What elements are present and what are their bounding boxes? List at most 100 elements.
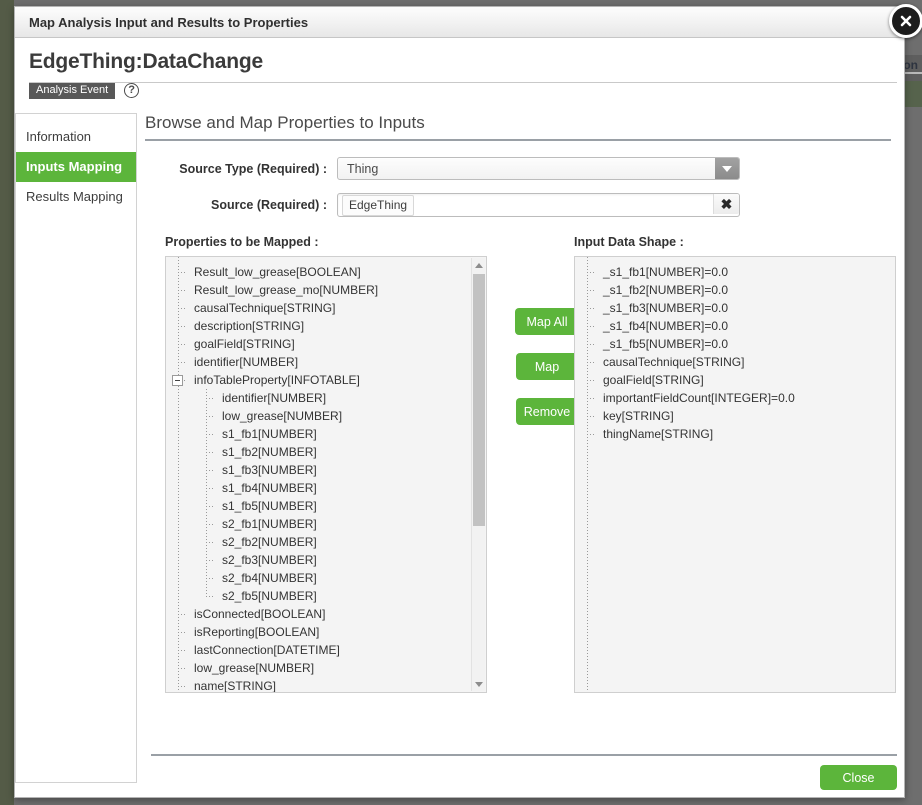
status-badge: Analysis Event — [29, 82, 116, 99]
input-data-shape-tree: _s1_fb1[NUMBER]=0.0 _s1_fb2[NUMBER]=0.0 _s… — [575, 263, 895, 692]
tree-item-label: causalTechnique[STRING] — [603, 355, 745, 369]
tree-item[interactable]: s1_fb1[NUMBER] — [166, 425, 471, 443]
tree-item[interactable]: importantFieldCount[INTEGER]=0.0 — [575, 389, 895, 407]
tree-item[interactable]: causalTechnique[STRING] — [575, 353, 895, 371]
tree-item[interactable]: name[STRING] — [166, 677, 471, 692]
sidebar-item-results-mapping[interactable]: Results Mapping — [16, 182, 136, 212]
tree-item[interactable]: s2_fb1[NUMBER] — [166, 515, 471, 533]
tree-item[interactable]: _s1_fb2[NUMBER]=0.0 — [575, 281, 895, 299]
dialog-header: EdgeThing:DataChange Analysis Event ? — [15, 38, 904, 99]
sidebar-item-inputs-mapping[interactable]: Inputs Mapping — [16, 152, 136, 182]
tree-item-label: low_grease[NUMBER] — [194, 661, 315, 675]
tree-item[interactable]: Result_low_grease[BOOLEAN] — [166, 263, 471, 281]
tree-item-label: s1_fb2[NUMBER] — [222, 445, 317, 459]
scrollbar-thumb[interactable] — [473, 274, 485, 526]
map-button[interactable]: Map — [516, 353, 578, 380]
tree-item[interactable]: goalField[STRING] — [166, 335, 471, 353]
dialog-title: Map Analysis Input and Results to Proper… — [29, 14, 309, 30]
tree-item[interactable]: s2_fb3[NUMBER] — [166, 551, 471, 569]
source-label: Source (Required) : — [211, 198, 327, 212]
tree-item-label: description[STRING] — [194, 319, 305, 333]
input-data-shape-listbox[interactable]: _s1_fb1[NUMBER]=0.0 _s1_fb2[NUMBER]=0.0 _s… — [574, 256, 896, 693]
tree-item-label: s2_fb5[NUMBER] — [222, 589, 317, 603]
tree-item-label: isConnected[BOOLEAN] — [194, 607, 326, 621]
tree-item[interactable]: _s1_fb4[NUMBER]=0.0 — [575, 317, 895, 335]
tree-item-label: causalTechnique[STRING] — [194, 301, 336, 315]
tree-item-label: identifier[NUMBER] — [194, 355, 299, 369]
tree-item[interactable]: s2_fb2[NUMBER] — [166, 533, 471, 551]
tree-collapse-icon[interactable] — [172, 375, 183, 386]
dialog-sidebar: Information Inputs Mapping Results Mappi… — [15, 113, 137, 783]
tree-item[interactable]: Result_low_grease_mo[NUMBER] — [166, 281, 471, 299]
tree-item[interactable]: goalField[STRING] — [575, 371, 895, 389]
remove-button[interactable]: Remove — [516, 398, 578, 425]
close-button[interactable]: Close — [820, 765, 897, 790]
tree-item[interactable]: low_grease[NUMBER] — [166, 407, 471, 425]
tree-item-label: infoTableProperty[INFOTABLE] — [194, 373, 360, 387]
scroll-up-icon[interactable] — [472, 258, 486, 272]
tree-item[interactable]: low_grease[NUMBER] — [166, 659, 471, 677]
tree-item-label: s1_fb1[NUMBER] — [222, 427, 317, 441]
map-analysis-dialog: Map Analysis Input and Results to Proper… — [14, 4, 922, 798]
tree-item[interactable]: isReporting[BOOLEAN] — [166, 623, 471, 641]
tree-item-label: thingName[STRING] — [603, 427, 714, 441]
tree-item-label: Result_low_grease_mo[NUMBER] — [194, 283, 379, 297]
help-icon[interactable]: ? — [124, 83, 140, 98]
tree-item[interactable]: lastConnection[DATETIME] — [166, 641, 471, 659]
tree-item[interactable]: s1_fb5[NUMBER] — [166, 497, 471, 515]
tree-item[interactable]: _s1_fb3[NUMBER]=0.0 — [575, 299, 895, 317]
properties-scrollbar[interactable] — [471, 258, 485, 691]
properties-panel: Properties to be Mapped : Result_low_gre… — [165, 235, 487, 693]
source-row: Source (Required) : EdgeThing ✖ — [137, 193, 892, 217]
properties-tree: Result_low_grease[BOOLEAN] Result_low_gre… — [166, 263, 471, 692]
tree-item[interactable]: s1_fb3[NUMBER] — [166, 461, 471, 479]
dialog-titlebar: Map Analysis Input and Results to Proper… — [15, 7, 904, 38]
input-data-shape-label: Input Data Shape : — [574, 235, 684, 249]
tree-item-label: low_grease[NUMBER] — [222, 409, 343, 423]
tree-item-label: s2_fb4[NUMBER] — [222, 571, 317, 585]
tree-item[interactable]: description[STRING] — [166, 317, 471, 335]
tree-item-label: identifier[NUMBER] — [222, 391, 327, 405]
chevron-down-icon[interactable] — [715, 158, 739, 179]
tree-item[interactable]: s1_fb2[NUMBER] — [166, 443, 471, 461]
map-all-button[interactable]: Map All — [515, 308, 579, 335]
tree-item[interactable]: _s1_fb5[NUMBER]=0.0 — [575, 335, 895, 353]
properties-listbox[interactable]: Result_low_grease[BOOLEAN] Result_low_gre… — [165, 256, 487, 693]
tree-item[interactable]: infoTableProperty[INFOTABLE] — [166, 371, 471, 389]
tree-item-label: Result_low_grease[BOOLEAN] — [194, 265, 361, 279]
source-type-select[interactable]: Thing — [337, 157, 740, 180]
tree-item-label: _s1_fb1[NUMBER]=0.0 — [603, 265, 729, 279]
page-title: EdgeThing:DataChange — [29, 50, 264, 73]
source-type-row: Source Type (Required) : Thing — [137, 157, 892, 180]
header-divider — [29, 82, 897, 83]
tree-item[interactable]: isConnected[BOOLEAN] — [166, 605, 471, 623]
dialog-content: Browse and Map Properties to Inputs Sour… — [137, 113, 896, 693]
tree-item[interactable]: key[STRING] — [575, 407, 895, 425]
tree-item[interactable]: s2_fb4[NUMBER] — [166, 569, 471, 587]
tree-item[interactable]: _s1_fb1[NUMBER]=0.0 — [575, 263, 895, 281]
tree-item[interactable]: s1_fb4[NUMBER] — [166, 479, 471, 497]
tree-item-label: s1_fb3[NUMBER] — [222, 463, 317, 477]
tree-item[interactable]: identifier[NUMBER] — [166, 389, 471, 407]
sidebar-item-information[interactable]: Information — [16, 122, 136, 152]
tree-item-label: isReporting[BOOLEAN] — [194, 625, 320, 639]
footer-divider — [151, 754, 897, 756]
tree-item-label: importantFieldCount[INTEGER]=0.0 — [603, 391, 795, 405]
tree-item-label: _s1_fb3[NUMBER]=0.0 — [603, 301, 729, 315]
source-type-label: Source Type (Required) : — [179, 161, 327, 176]
tree-item[interactable]: s2_fb5[NUMBER] — [166, 587, 471, 605]
content-heading-divider — [145, 139, 891, 141]
tree-item[interactable]: causalTechnique[STRING] — [166, 299, 471, 317]
tree-item[interactable]: thingName[STRING] — [575, 425, 895, 443]
backdrop-left-green-strip — [0, 0, 14, 805]
clear-icon[interactable]: ✖ — [713, 194, 739, 214]
source-type-value: Thing — [347, 161, 379, 176]
source-value-chip[interactable]: EdgeThing — [342, 194, 415, 216]
tree-item[interactable]: identifier[NUMBER] — [166, 353, 471, 371]
scroll-down-icon[interactable] — [472, 677, 486, 691]
content-heading: Browse and Map Properties to Inputs — [145, 113, 425, 132]
tree-item-label: goalField[STRING] — [194, 337, 295, 351]
close-icon[interactable] — [889, 4, 922, 38]
tree-item-label: _s1_fb2[NUMBER]=0.0 — [603, 283, 729, 297]
source-input[interactable]: EdgeThing — [337, 193, 740, 217]
